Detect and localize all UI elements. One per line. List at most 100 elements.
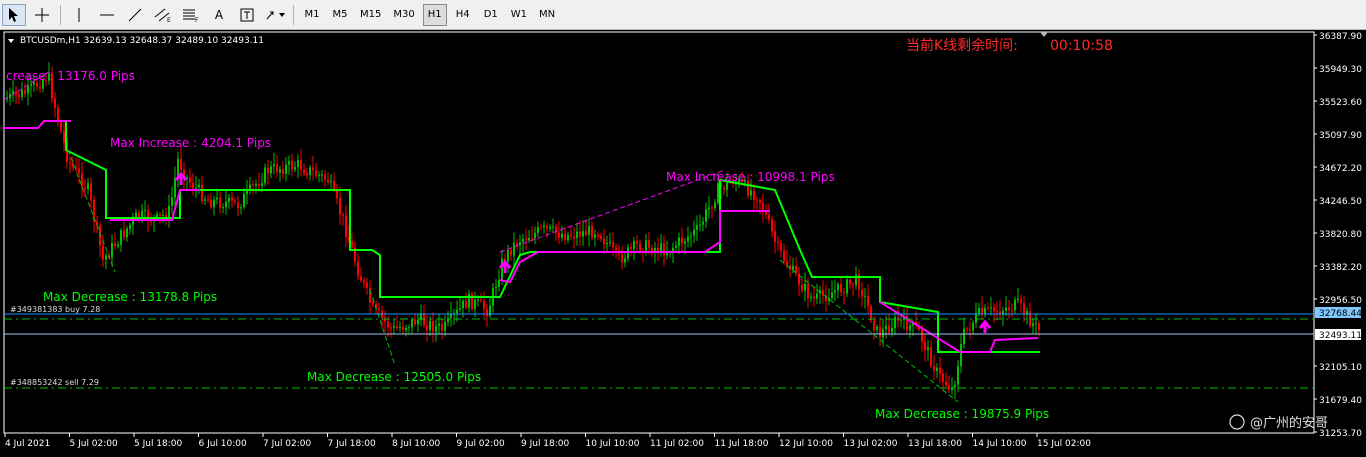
candle-body (597, 234, 599, 236)
svg-text:F: F (195, 17, 199, 23)
candle-body (303, 170, 305, 174)
candle-body (648, 240, 650, 248)
candle-body (501, 258, 503, 280)
candle-body (477, 299, 479, 301)
vertical-line-icon[interactable] (67, 4, 91, 26)
candle-body (135, 212, 137, 218)
price-axis-label: 35523.60 (1319, 98, 1362, 108)
candle-body (216, 197, 218, 200)
candle-body (96, 221, 98, 226)
candle-body (873, 320, 875, 331)
time-axis-label: 11 Jul 18:00 (715, 439, 769, 449)
candle-body (255, 183, 257, 186)
candle-body (576, 231, 578, 239)
candle-body (342, 214, 344, 216)
text-icon-label: A (214, 7, 224, 22)
candle-body (330, 181, 332, 183)
candle-body (948, 385, 950, 390)
candle-body (267, 167, 269, 174)
candle-body (753, 190, 755, 200)
candle-body (384, 317, 386, 322)
price-chart[interactable]: BTCUSDm,H1 32639.13 32648.37 32489.10 32… (0, 30, 1366, 457)
candle-body (636, 241, 638, 244)
candle-body (609, 242, 611, 244)
crosshair-icon[interactable] (30, 4, 54, 26)
chart-menu-arrow-icon[interactable] (8, 39, 14, 43)
candle-body (687, 236, 689, 242)
candle-body (834, 290, 836, 293)
candle-body (759, 200, 761, 203)
candle-body (564, 233, 566, 241)
text-icon[interactable]: A (207, 4, 231, 26)
candle-body (561, 233, 563, 238)
cursor-icon[interactable] (2, 3, 26, 26)
shift-marker-icon[interactable] (1040, 32, 1048, 37)
candle-body (468, 293, 470, 308)
timeframe-m1-button[interactable]: M1 (300, 4, 324, 26)
candle-body (69, 162, 71, 164)
candle-body (411, 319, 413, 328)
timeframe-d1-button[interactable]: D1 (479, 4, 503, 26)
time-axis-label: 15 Jul 02:00 (1037, 439, 1091, 449)
candle-body (822, 290, 824, 296)
timeframe-mn-button[interactable]: MN (535, 4, 559, 26)
timeframe-m30-button[interactable]: M30 (389, 4, 418, 26)
candle-body (675, 245, 677, 248)
candle-body (24, 90, 26, 94)
candle-body (534, 232, 536, 239)
timeframe-m5-button[interactable]: M5 (328, 4, 352, 26)
svg-text:E: E (167, 17, 171, 23)
timeframe-w1-button[interactable]: W1 (507, 4, 531, 26)
countdown-value: 00:10:58 (1050, 38, 1113, 54)
arrows-icon[interactable] (263, 4, 287, 26)
candle-body (63, 131, 65, 143)
candle-body (18, 94, 20, 97)
equidistant-channel-icon[interactable]: E (151, 4, 175, 26)
candle-body (936, 367, 938, 371)
candle-body (105, 255, 107, 260)
trendline-icon[interactable] (123, 4, 147, 26)
candle-body (81, 173, 83, 188)
current-price-tag-text: 32768.44 (1319, 309, 1362, 319)
candle-body (408, 327, 410, 329)
candle-body (72, 162, 74, 167)
time-axis-label: 5 Jul 18:00 (134, 439, 183, 449)
candle-body (660, 243, 662, 253)
candle-body (510, 249, 512, 256)
candle-body (891, 327, 893, 333)
watermark-logo-icon (1229, 414, 1245, 430)
candle-body (930, 346, 932, 366)
toolbar-separator (60, 4, 61, 25)
candle-body (702, 221, 704, 225)
price-axis-label: 35949.30 (1319, 65, 1362, 75)
candle-body (837, 284, 839, 291)
candle-body (1023, 303, 1025, 315)
horizontal-line-icon[interactable] (95, 4, 119, 26)
candle-body (996, 311, 998, 313)
candle-body (372, 302, 374, 305)
text-label-icon[interactable] (235, 4, 259, 26)
timeframe-h4-button[interactable]: H4 (451, 4, 475, 26)
toolbar: E F A M1 M5 M15 M30 H1 H4 D1 W1 MN (0, 0, 1366, 30)
timeframe-h1-button[interactable]: H1 (422, 3, 447, 26)
candle-body (156, 213, 158, 218)
candle-body (828, 297, 830, 301)
candle-body (933, 365, 935, 371)
candle-body (264, 167, 266, 184)
timeframe-m15-button[interactable]: M15 (356, 4, 385, 26)
chart-canvas[interactable]: BTCUSDm,H1 32639.13 32648.37 32489.10 32… (0, 30, 1366, 457)
candle-body (159, 213, 161, 216)
candle-body (579, 231, 581, 237)
candle-body (318, 174, 320, 176)
candle-body (807, 283, 809, 298)
candle-body (369, 287, 371, 303)
candle-body (393, 326, 395, 328)
candle-body (594, 234, 596, 238)
fibonacci-icon[interactable]: F (179, 4, 203, 26)
candle-body (585, 231, 587, 235)
candle-body (591, 225, 593, 238)
candle-body (927, 346, 929, 351)
candle-body (423, 314, 425, 326)
candle-body (567, 234, 569, 241)
candle-body (102, 245, 104, 260)
